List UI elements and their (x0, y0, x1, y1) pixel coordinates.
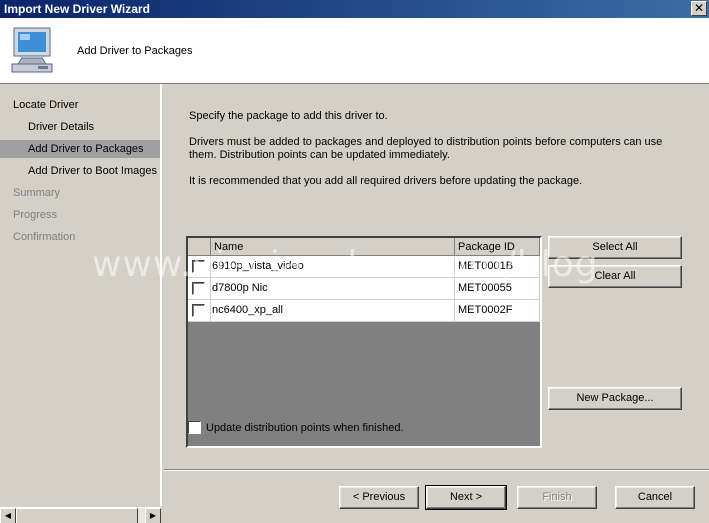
close-button[interactable]: ✕ (691, 1, 707, 16)
nav-step-progress: Progress (13, 209, 58, 221)
previous-button[interactable]: < Previous (339, 486, 419, 509)
row-package-id: MET00055 (455, 278, 540, 299)
row-checkbox[interactable] (192, 260, 205, 273)
computer-icon (11, 27, 53, 73)
nav-step-driver-details: Driver Details (28, 121, 95, 133)
nav-step-locate-driver: Locate Driver (13, 99, 79, 111)
column-header-package-id[interactable]: Package ID (455, 238, 540, 256)
nav-step-confirmation: Confirmation (13, 231, 76, 243)
nav-step-summary: Summary (13, 187, 61, 199)
nav-horizontal-scrollbar[interactable]: ◀ ▶ (0, 507, 161, 523)
next-button[interactable]: Next > (425, 485, 507, 510)
cancel-button[interactable]: Cancel (615, 486, 695, 509)
row-checkbox[interactable] (192, 304, 205, 317)
row-package-id: MET0002F (455, 300, 540, 321)
wizard-steps-nav: Locate Driver Driver Details Add Driver … (0, 84, 162, 506)
row-name: nc6400_xp_all (211, 300, 455, 321)
recommendation-text: It is recommended that you add all requi… (189, 175, 583, 187)
scrollbar-thumb[interactable] (16, 508, 138, 523)
wizard-header: Add Driver to Packages (0, 18, 709, 84)
grid-header: Name Package ID (188, 238, 540, 256)
column-header-name[interactable]: Name (211, 238, 455, 256)
nav-step-add-driver-to-boot-images: Add Driver to Boot Images (28, 165, 158, 177)
package-list[interactable]: Name Package ID 6910p_vista_video MET000… (186, 236, 542, 448)
scroll-right-arrow-icon[interactable]: ▶ (145, 508, 161, 523)
row-name: d7800p Nic (211, 278, 455, 299)
description-line-1: Drivers must be added to packages and de… (189, 136, 663, 148)
title-bar: Import New Driver Wizard ✕ (0, 0, 709, 18)
new-package-button[interactable]: New Package... (548, 387, 682, 410)
select-all-button[interactable]: Select All (548, 236, 682, 259)
description-line-2: them. Distribution points can be updated… (189, 149, 450, 161)
window-title: Import New Driver Wizard (4, 2, 150, 16)
update-distribution-points-label[interactable]: Update distribution points when finished… (206, 422, 404, 434)
checkbox-column-header (188, 238, 211, 256)
table-row[interactable]: 6910p_vista_video MET0001B (188, 256, 540, 278)
wizard-content: Specify the package to add this driver t… (164, 84, 709, 523)
nav-step-add-driver-to-packages: Add Driver to Packages (0, 140, 160, 158)
row-package-id: MET0001B (455, 256, 540, 277)
footer-separator (164, 469, 709, 471)
page-title: Add Driver to Packages (77, 45, 193, 57)
table-row[interactable]: d7800p Nic MET00055 (188, 278, 540, 300)
update-distribution-points-checkbox[interactable] (188, 421, 201, 434)
clear-all-button[interactable]: Clear All (548, 265, 682, 288)
row-name: 6910p_vista_video (211, 256, 455, 277)
table-row[interactable]: nc6400_xp_all MET0002F (188, 300, 540, 322)
scroll-left-arrow-icon[interactable]: ◀ (0, 508, 16, 523)
row-checkbox[interactable] (192, 282, 205, 295)
intro-text: Specify the package to add this driver t… (189, 110, 388, 122)
finish-button[interactable]: Finish (517, 486, 597, 509)
